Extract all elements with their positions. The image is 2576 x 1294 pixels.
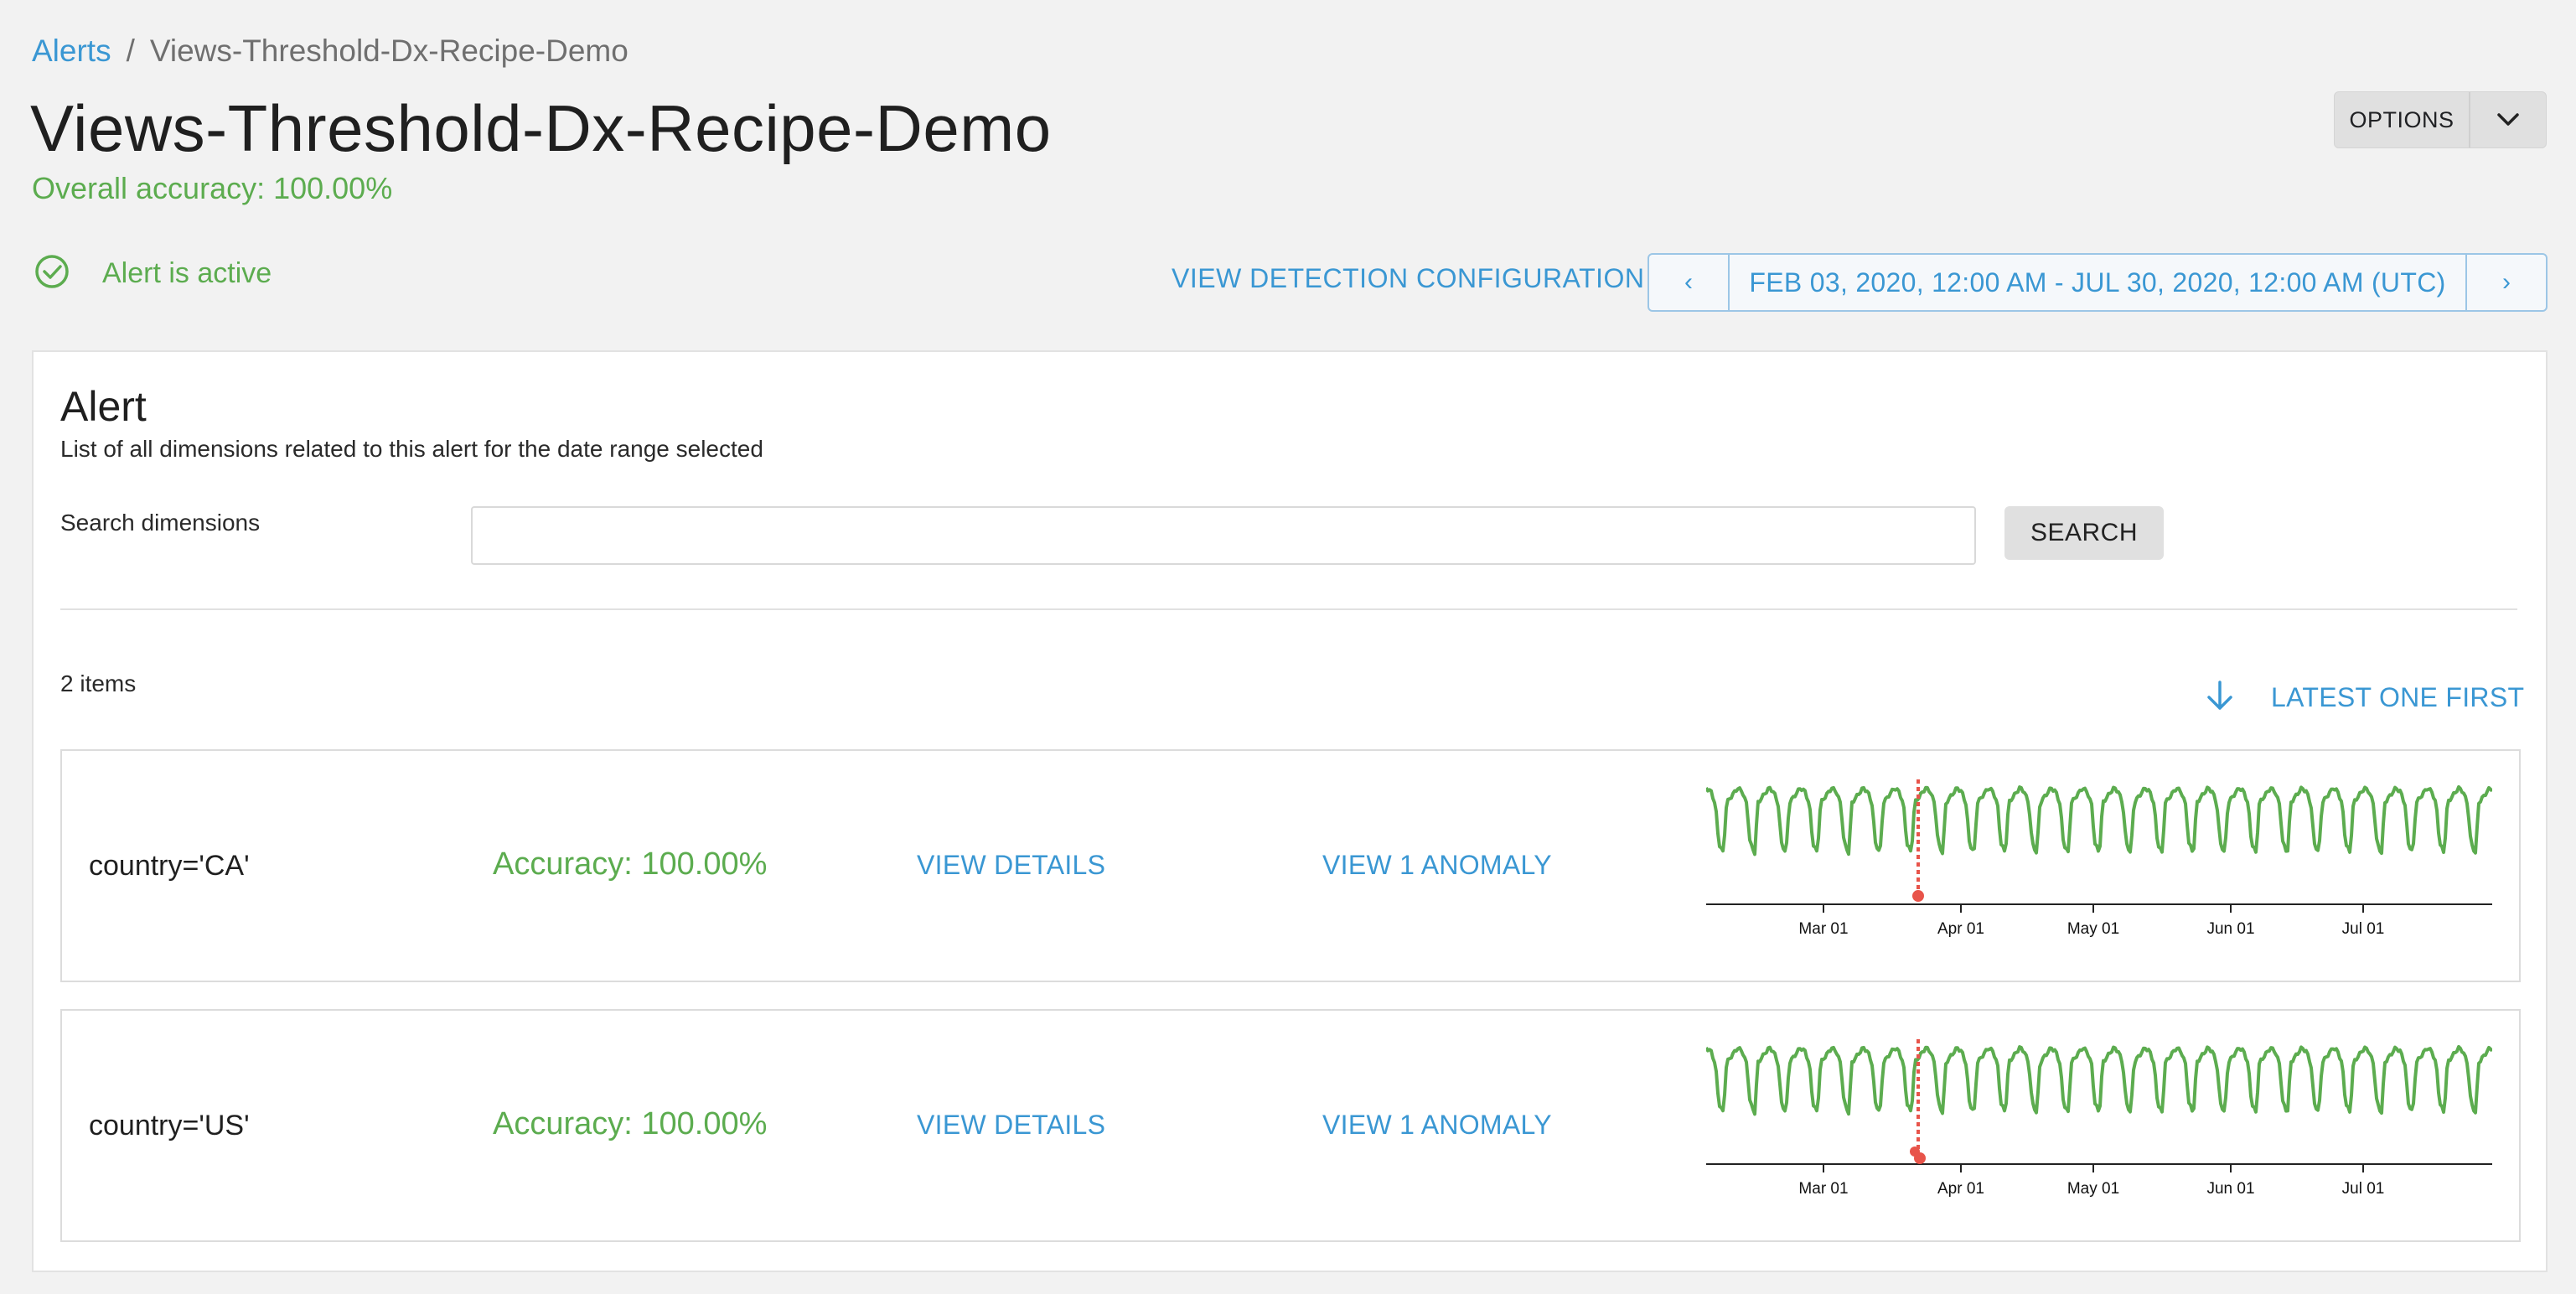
chevron-down-icon[interactable] — [2470, 92, 2546, 148]
date-range-button[interactable]: FEB 03, 2020, 12:00 AM - JUL 30, 2020, 1… — [1730, 255, 2465, 310]
search-dimensions-input[interactable] — [471, 506, 1976, 565]
options-button[interactable]: OPTIONS — [2335, 92, 2470, 148]
sparkline-tick-label: May 01 — [2067, 1180, 2119, 1198]
alert-status-text: Alert is active — [102, 257, 272, 289]
breadcrumb-current: Views-Threshold-Dx-Recipe-Demo — [149, 34, 628, 68]
anomaly-point — [1912, 890, 1924, 902]
items-count: 2 items — [60, 670, 137, 696]
dimension-accuracy: Accuracy: 100.00% — [493, 846, 768, 882]
sparkline-series — [1706, 1044, 2492, 1116]
sort-toggle[interactable]: LATEST ONE FIRST — [2206, 681, 2524, 715]
breadcrumb-alerts-link[interactable]: Alerts — [32, 34, 111, 68]
divider — [60, 608, 2517, 610]
sparkline-tick-label: Jul 01 — [2342, 1180, 2385, 1198]
view-details-link[interactable]: VIEW DETAILS — [917, 1110, 1105, 1141]
dimension-name: country='US' — [89, 1110, 250, 1141]
sparkline-tick-label: Jun 01 — [2206, 920, 2254, 938]
date-range-picker: ‹ FEB 03, 2020, 12:00 AM - JUL 30, 2020,… — [1648, 253, 2548, 312]
breadcrumb-separator: / — [126, 34, 135, 68]
sparkline-tick-label: Apr 01 — [1937, 1180, 1984, 1198]
alert-card-description: List of all dimensions related to this a… — [60, 436, 763, 462]
options-dropdown[interactable]: OPTIONS — [2334, 91, 2547, 148]
page-title: Views-Threshold-Dx-Recipe-Demo — [30, 91, 1052, 165]
sort-label[interactable]: LATEST ONE FIRST — [2271, 682, 2524, 713]
sparkline-tick-label: May 01 — [2067, 920, 2119, 938]
arrow-down-icon[interactable] — [2206, 681, 2234, 715]
sparkline-tick-label: Apr 01 — [1937, 920, 1984, 938]
check-circle-icon — [34, 253, 70, 294]
sparkline-tick-label: Jul 01 — [2342, 920, 2385, 938]
search-button[interactable]: SEARCH — [2004, 506, 2164, 560]
anomaly-point — [1914, 1152, 1926, 1164]
view-details-link[interactable]: VIEW DETAILS — [917, 850, 1105, 881]
alert-card-title: Alert — [60, 383, 147, 430]
dimension-row: country='US' Accuracy: 100.00% VIEW DETA… — [60, 1009, 2521, 1242]
view-anomaly-link[interactable]: VIEW 1 ANOMALY — [1322, 850, 1552, 881]
sparkline-tick-label: Mar 01 — [1798, 920, 1848, 938]
sparkline-series — [1706, 784, 2492, 857]
sparkline-chart: Mar 01 Apr 01 May 01 Jun 01 Jul 01 — [1706, 779, 2492, 938]
view-anomaly-link[interactable]: VIEW 1 ANOMALY — [1322, 1110, 1552, 1141]
alert-status: Alert is active — [34, 253, 272, 294]
overall-accuracy: Overall accuracy: 100.00% — [32, 171, 393, 205]
dimension-name: country='CA' — [89, 850, 250, 882]
sparkline-chart: Mar 01 Apr 01 May 01 Jun 01 Jul 01 — [1706, 1039, 2492, 1198]
dimension-row: country='CA' Accuracy: 100.00% VIEW DETA… — [60, 749, 2521, 982]
search-dimensions-label: Search dimensions — [60, 510, 261, 536]
sparkline-tick-label: Mar 01 — [1798, 1180, 1848, 1198]
view-detection-configuration-link[interactable]: VIEW DETECTION CONFIGURATION — [1172, 263, 1645, 294]
date-prev-button[interactable]: ‹ — [1649, 255, 1730, 310]
breadcrumb: Alerts / Views-Threshold-Dx-Recipe-Demo — [32, 34, 628, 69]
date-next-button[interactable]: › — [2465, 255, 2546, 310]
alert-card: Alert List of all dimensions related to … — [32, 350, 2548, 1272]
sparkline-tick-label: Jun 01 — [2206, 1180, 2254, 1198]
dimension-accuracy: Accuracy: 100.00% — [493, 1106, 768, 1141]
